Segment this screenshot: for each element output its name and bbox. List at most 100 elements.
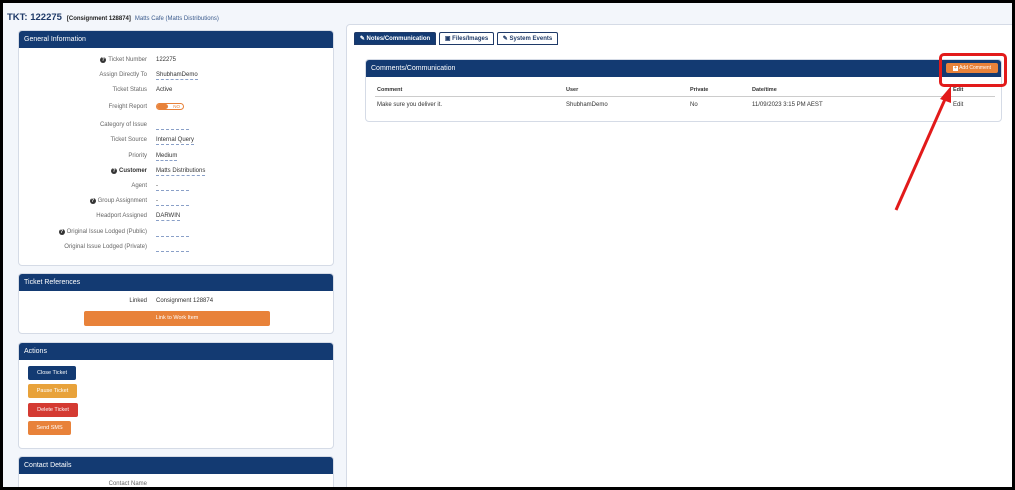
linked-value[interactable]: Consignment 128874 bbox=[156, 296, 213, 306]
ticket-title: TKT: 122275 bbox=[7, 12, 62, 23]
help-icon[interactable]: ? bbox=[100, 57, 107, 63]
col-datetime: Date/time bbox=[752, 87, 777, 93]
field-label: Original Issue Lodged (Private) bbox=[64, 242, 147, 252]
header-divider bbox=[375, 96, 995, 97]
field-label-text: Original Issue Lodged (Public) bbox=[66, 229, 147, 235]
close-ticket-button[interactable]: Close Ticket bbox=[28, 366, 76, 380]
field-value[interactable] bbox=[156, 227, 189, 237]
field-row: Priority Medium bbox=[19, 151, 333, 161]
field-row: ? Customer Matts Distributions bbox=[19, 166, 333, 176]
actions-panel: Actions Close Ticket Pause Ticket Delete… bbox=[18, 342, 334, 449]
delete-ticket-button[interactable]: Delete Ticket bbox=[28, 403, 78, 417]
contact-name-label: Contact Name bbox=[108, 481, 147, 487]
field-row: Original Issue Lodged (Private) bbox=[19, 242, 333, 252]
field-value[interactable]: ShubhamDemo bbox=[156, 70, 198, 80]
user-cell: ShubhamDemo bbox=[566, 102, 608, 108]
field-value[interactable] bbox=[156, 120, 189, 130]
help-icon[interactable]: ? bbox=[110, 168, 117, 174]
field-value: Active bbox=[156, 87, 173, 93]
consignment-link[interactable]: [Consignment 128874] bbox=[67, 16, 131, 22]
field-row: Freight Report NO bbox=[19, 102, 333, 112]
field-row: Ticket Source Internal Query bbox=[19, 135, 333, 145]
field-label-text: Group Assignment bbox=[97, 198, 147, 204]
tab-label: Notes/Communication bbox=[366, 36, 431, 42]
col-comment: Comment bbox=[377, 87, 403, 93]
field-row: Agent - bbox=[19, 181, 333, 191]
pencil-icon: ✎ bbox=[502, 36, 508, 42]
field-label: Assign Directly To bbox=[99, 70, 147, 80]
edit-link[interactable]: Edit bbox=[953, 102, 963, 108]
tab-notes-communication[interactable]: ✎ Notes/Communication bbox=[354, 32, 436, 45]
field-label: Headport Assigned bbox=[96, 211, 147, 221]
field-label: Ticket Status bbox=[113, 85, 147, 95]
field-value[interactable] bbox=[156, 242, 189, 252]
field-row: ? Group Assignment - bbox=[19, 196, 333, 206]
pause-ticket-button[interactable]: Pause Ticket bbox=[28, 384, 77, 398]
field-label: ? Customer bbox=[110, 166, 147, 176]
field-label: ? Group Assignment bbox=[89, 196, 147, 206]
pencil-icon: ✎ bbox=[359, 36, 365, 42]
tab-system-events[interactable]: ✎ System Events bbox=[497, 32, 558, 45]
tab-files-images[interactable]: ▣ Files/Images bbox=[439, 32, 494, 45]
field-label-text: Ticket Status bbox=[112, 87, 147, 93]
field-label: Ticket Source bbox=[111, 135, 147, 145]
panel-title: General Information bbox=[19, 31, 333, 48]
tab-label: System Events bbox=[509, 36, 553, 42]
highlight-box bbox=[939, 53, 1007, 87]
linked-label: Linked bbox=[129, 298, 147, 304]
field-label-text: Priority bbox=[128, 153, 147, 159]
field-value[interactable]: Medium bbox=[156, 151, 178, 161]
field-value[interactable]: DARWIN bbox=[156, 211, 181, 221]
comment-cell: Make sure you deliver it. bbox=[377, 102, 443, 108]
field-value[interactable]: Internal Query bbox=[156, 135, 195, 145]
field-label-text: Original Issue Lodged (Private) bbox=[64, 244, 147, 250]
panel-title: Contact Details bbox=[19, 457, 333, 474]
field-row: Headport Assigned DARWIN bbox=[19, 211, 333, 221]
page-frame: TKT: 122275 [Consignment 128874] Matts C… bbox=[0, 0, 1015, 490]
panel-title: Ticket References bbox=[19, 274, 333, 291]
field-label-text: Customer bbox=[118, 168, 147, 174]
ticket-references-panel: Ticket References Linked Consignment 128… bbox=[18, 273, 334, 334]
col-edit: Edit bbox=[953, 87, 964, 93]
field-label: Freight Report bbox=[109, 102, 147, 112]
field-label: Category of Issue bbox=[100, 120, 147, 130]
freight-report-toggle[interactable]: NO bbox=[156, 103, 184, 110]
field-label-text: Ticket Source bbox=[110, 137, 147, 143]
field-value[interactable]: - bbox=[156, 181, 189, 191]
col-user: User bbox=[566, 87, 579, 93]
linked-row: Linked Consignment 128874 bbox=[19, 296, 333, 306]
tab-label: Files/Images bbox=[452, 36, 489, 42]
field-label-text: Assign Directly To bbox=[99, 72, 147, 78]
help-icon[interactable]: ? bbox=[58, 229, 65, 235]
field-label: Agent bbox=[131, 181, 147, 191]
comments-panel: Comments/Communication bbox=[365, 59, 1002, 122]
datetime-cell: 11/09/2023 3:15 PM AEST bbox=[752, 102, 823, 108]
col-private: Private bbox=[690, 87, 709, 93]
toggle-knob bbox=[157, 104, 168, 109]
field-label: ? Ticket Number bbox=[100, 55, 147, 65]
help-icon[interactable]: ? bbox=[89, 198, 96, 204]
panel-title: Actions bbox=[19, 343, 333, 360]
field-label-text: Freight Report bbox=[108, 104, 147, 110]
comments-title: Comments/Communication bbox=[366, 60, 1001, 77]
contact-details-panel: Contact Details Contact Name bbox=[18, 456, 334, 487]
consignment-text[interactable]: Consignment 128874 bbox=[69, 16, 129, 22]
field-value[interactable]: - bbox=[156, 196, 189, 206]
field-label: ? Original Issue Lodged (Public) bbox=[58, 227, 147, 237]
field-label-text: Headport Assigned bbox=[96, 213, 147, 219]
toggle-text: NO bbox=[173, 104, 180, 109]
field-label-text: Agent bbox=[131, 183, 147, 189]
field-label-text: Ticket Number bbox=[108, 57, 147, 63]
customer-name: Matts Cafe (Matts Distributions) bbox=[134, 16, 219, 22]
field-row: ? Original Issue Lodged (Public) bbox=[19, 227, 333, 237]
field-value[interactable]: Matts Distributions bbox=[156, 166, 206, 176]
image-icon: ▣ bbox=[444, 36, 451, 42]
field-row: Assign Directly To ShubhamDemo bbox=[19, 70, 333, 80]
field-label-text: Category of Issue bbox=[99, 122, 147, 128]
send-sms-button[interactable]: Send SMS bbox=[28, 421, 71, 435]
field-value: 122275 bbox=[156, 57, 177, 63]
field-label: Priority bbox=[128, 151, 147, 161]
page-header: TKT: 122275 [Consignment 128874] Matts C… bbox=[7, 12, 219, 23]
link-to-work-item-button[interactable]: Link to Work Item bbox=[84, 311, 270, 326]
field-row: Ticket Status Active bbox=[19, 85, 333, 95]
